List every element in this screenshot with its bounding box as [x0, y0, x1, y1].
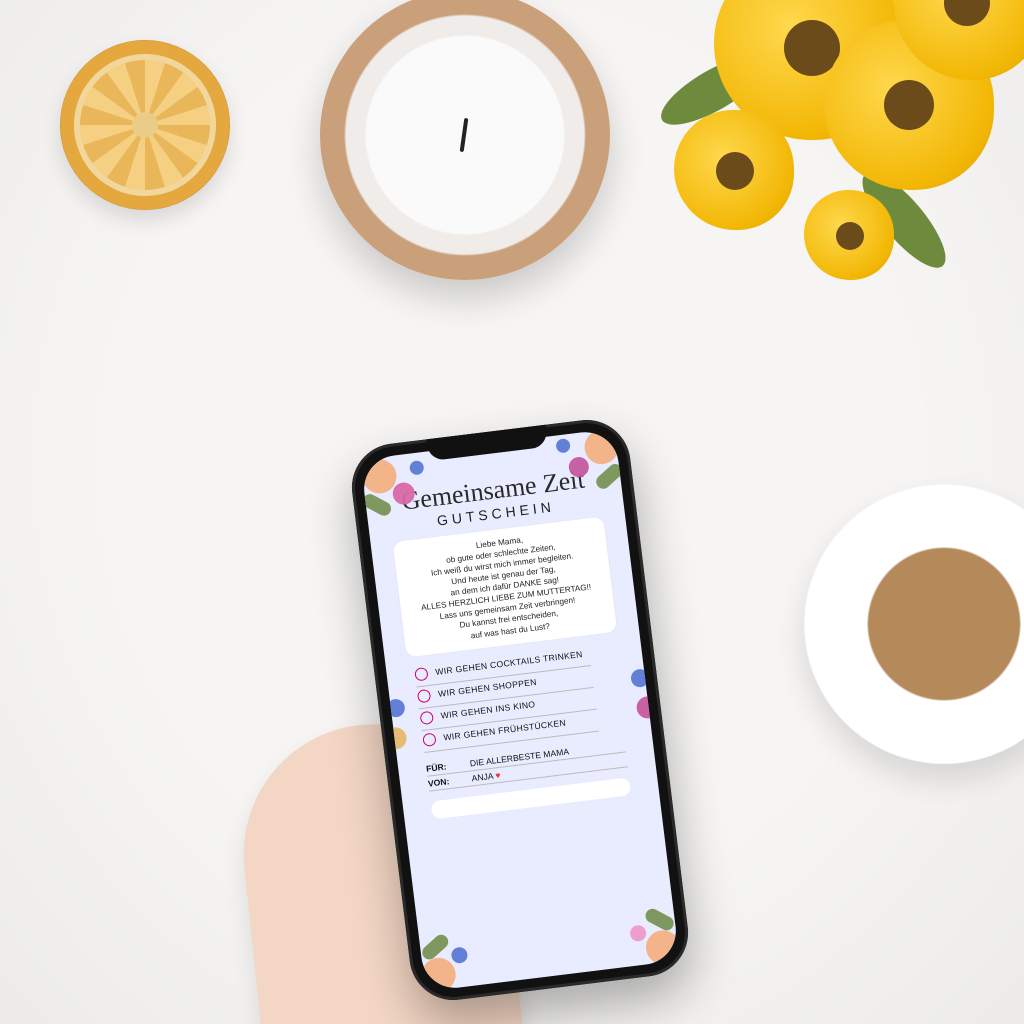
floral-mid-left — [378, 684, 433, 769]
sunflowers-prop — [644, 0, 1024, 320]
from-value: ANJA — [471, 770, 494, 783]
candle-prop — [320, 0, 610, 280]
from-label: VON: — [427, 774, 462, 788]
floral-corner-top-right — [530, 428, 630, 522]
floral-corner-bottom-right — [586, 876, 680, 976]
orange-slice-prop — [60, 40, 230, 210]
phone-screen: Gemeinsame Zeit GUTSCHEIN Liebe Mama, ob… — [360, 428, 679, 991]
product-mockup-scene: Gemeinsame Zeit GUTSCHEIN Liebe Mama, ob… — [0, 0, 1024, 1024]
floral-mid-right — [607, 656, 662, 741]
radio-icon — [414, 667, 428, 681]
voucher-card: Gemeinsame Zeit GUTSCHEIN Liebe Mama, ob… — [360, 428, 679, 991]
floral-corner-bottom-left — [409, 898, 509, 992]
voucher-options: WIR GEHEN COCKTAILS TRINKEN WIR GEHEN SH… — [414, 642, 624, 754]
voucher-message-panel: Liebe Mama, ob gute oder schlechte Zeite… — [392, 516, 617, 657]
heart-icon: ♥ — [495, 769, 501, 780]
